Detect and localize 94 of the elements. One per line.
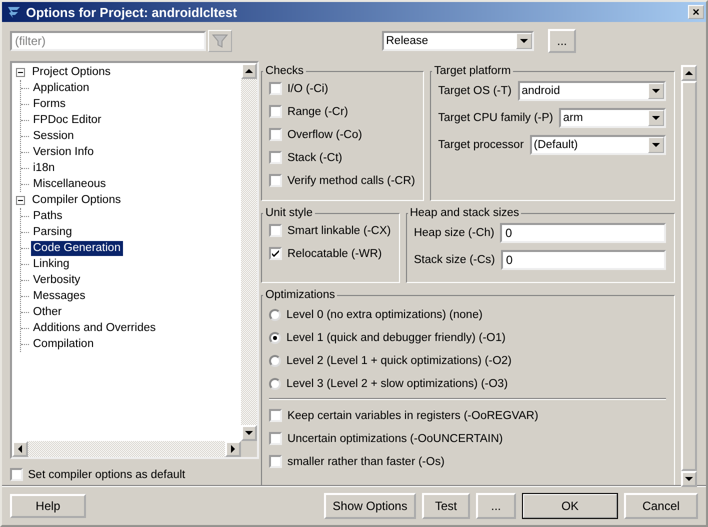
- collapse-icon[interactable]: [16, 196, 25, 204]
- left-arrow-icon: [18, 445, 22, 453]
- checkbox[interactable]: [269, 151, 282, 164]
- checkbox-label: Relocatable (-WR): [287, 248, 382, 260]
- checkbox[interactable]: [269, 82, 282, 95]
- checkbox-label: Smart linkable (-CX): [287, 224, 391, 236]
- filter-field[interactable]: (filter): [10, 31, 206, 51]
- scroll-up-button[interactable]: [681, 65, 697, 81]
- checkbox-label: Keep certain variables in registers (-OoREGVAR): [287, 410, 538, 422]
- radio-button[interactable]: [269, 378, 282, 390]
- help-button[interactable]: Help: [10, 494, 86, 518]
- dropdown[interactable]: (Default): [530, 134, 666, 154]
- checkbox[interactable]: [10, 468, 23, 481]
- dialog-button[interactable]: OK: [522, 493, 618, 519]
- tree-item[interactable]: Version Info: [31, 144, 96, 160]
- collapse-icon[interactable]: [16, 68, 25, 76]
- radio-button[interactable]: [269, 332, 282, 344]
- checkbox-label: I/O (-Ci): [287, 82, 328, 94]
- group-title: Heap and stack sizes: [408, 207, 520, 219]
- checkbox-label: Uncertain optimizations (-OoUNCERTAIN): [287, 432, 503, 444]
- checkbox-label: Stack (-Ct): [287, 152, 342, 164]
- field-label: Stack size (-Cs): [414, 254, 495, 266]
- tree-item[interactable]: Additions and Overrides: [31, 320, 158, 336]
- dropdown[interactable]: android: [518, 80, 666, 100]
- down-arrow-icon: [245, 431, 254, 435]
- down-arrow-icon: [685, 477, 693, 481]
- tree-item[interactable]: Code Generation: [31, 240, 123, 256]
- app-icon: [6, 4, 22, 20]
- field-label: Target OS (-T): [438, 84, 512, 96]
- tree-item[interactable]: Compilation: [31, 336, 96, 352]
- radio-button[interactable]: [269, 308, 282, 320]
- radio-label: Level 1 (quick and debugger friendly) (-O1): [286, 332, 506, 344]
- radio-button[interactable]: [269, 354, 282, 366]
- scrollbar[interactable]: [241, 63, 258, 441]
- tree-item[interactable]: FPDoc Editor: [31, 112, 104, 128]
- up-arrow-icon: [685, 71, 693, 75]
- dialog-button[interactable]: Cancel: [624, 493, 698, 519]
- scroll-left-button[interactable]: [12, 441, 28, 457]
- group-title: Target platform: [433, 65, 512, 77]
- scroll-down-button[interactable]: [241, 425, 258, 441]
- tree-item[interactable]: Miscellaneous: [31, 176, 108, 192]
- radio-label: Level 2 (Level 1 + quick optimizations) (-O2): [286, 354, 512, 366]
- tree-item[interactable]: Other: [31, 304, 64, 320]
- build-modes-button[interactable]: ...: [548, 29, 576, 53]
- close-button[interactable]: ×: [688, 5, 704, 19]
- checkbox-label: Set compiler options as default: [28, 468, 186, 480]
- checkbox[interactable]: [269, 224, 282, 237]
- checkbox[interactable]: [269, 432, 282, 445]
- tree-item[interactable]: Messages: [31, 288, 88, 304]
- tree-item[interactable]: Forms: [31, 96, 68, 112]
- build-mode-dropdown[interactable]: Release: [382, 31, 534, 51]
- field-label: Target CPU family (-P): [438, 112, 554, 124]
- group-title: Unit style: [264, 207, 314, 219]
- field-label: Heap size (-Ch): [414, 226, 494, 238]
- radio-label: Level 0 (no extra optimizations) (none): [286, 308, 483, 320]
- tree-item[interactable]: Session: [31, 128, 76, 144]
- tree-item[interactable]: Paths: [31, 208, 64, 224]
- clear-filter-button[interactable]: [208, 30, 232, 52]
- filter-icon: [212, 33, 228, 49]
- checkbox-label: Overflow (-Co): [287, 128, 362, 140]
- window-title: Options for Project: androidlcltest: [26, 4, 238, 20]
- scroll-right-button[interactable]: [225, 441, 242, 457]
- right-arrow-icon: [231, 445, 236, 453]
- scrollbar[interactable]: [12, 441, 258, 457]
- scroll-down-button[interactable]: [681, 471, 697, 487]
- checkmark-icon: [272, 250, 280, 257]
- scroll-up-button[interactable]: [241, 63, 258, 79]
- input-field[interactable]: 0: [501, 250, 666, 270]
- checkbox-label: smaller rather than faster (-Os): [287, 456, 445, 468]
- tree-item[interactable]: Project Options: [30, 64, 113, 80]
- dialog-button[interactable]: Test: [422, 493, 470, 519]
- checkbox[interactable]: [269, 105, 282, 118]
- checkbox-label: Range (-Cr): [287, 106, 348, 118]
- tree-item[interactable]: Parsing: [31, 224, 74, 240]
- checkbox-label: Verify method calls (-CR): [287, 174, 416, 186]
- input-field[interactable]: 0: [500, 222, 666, 242]
- dialog-button[interactable]: Show Options: [324, 493, 416, 519]
- tree-item[interactable]: Compiler Options: [30, 192, 123, 208]
- dropdown[interactable]: arm: [559, 108, 666, 128]
- tree-item[interactable]: Application: [31, 80, 92, 96]
- tree-item[interactable]: Verbosity: [31, 272, 82, 288]
- checkbox[interactable]: [269, 128, 282, 141]
- checkbox[interactable]: [269, 409, 282, 422]
- tree-item[interactable]: i18n: [31, 160, 57, 176]
- checkbox[interactable]: [269, 174, 282, 187]
- checkbox[interactable]: [269, 455, 282, 468]
- radio-label: Level 3 (Level 2 + slow optimizations) (-O3): [286, 378, 508, 390]
- tree-item[interactable]: Linking: [31, 256, 72, 272]
- field-label: Target processor: [438, 138, 524, 150]
- dialog-button[interactable]: ...: [476, 493, 516, 519]
- group-title: Checks: [264, 65, 305, 77]
- group-title: Optimizations: [264, 289, 336, 301]
- checkbox[interactable]: [269, 247, 282, 260]
- up-arrow-icon: [245, 69, 254, 73]
